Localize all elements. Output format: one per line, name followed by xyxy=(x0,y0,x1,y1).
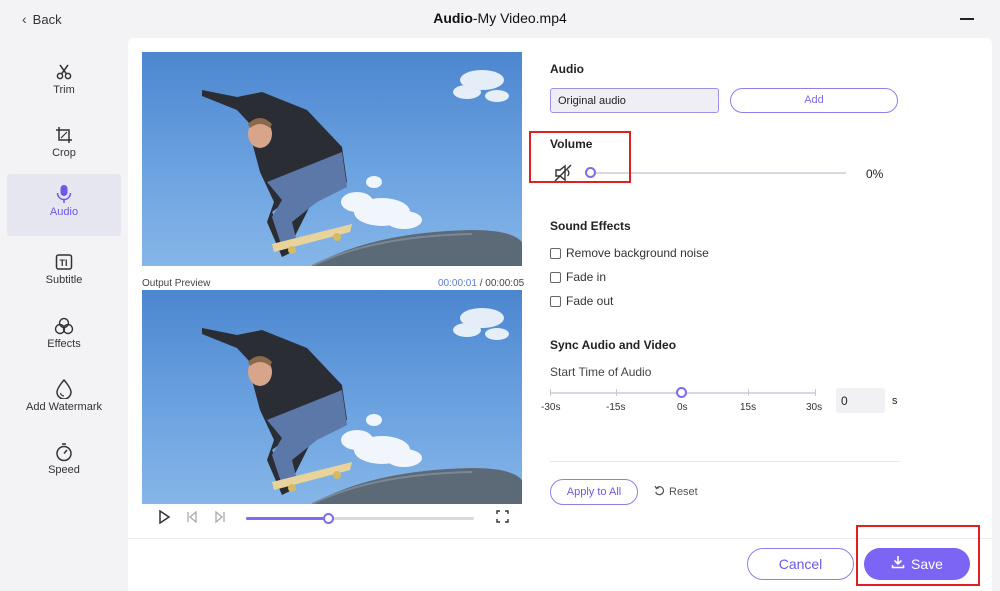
speed-icon xyxy=(7,442,121,462)
minimize-button[interactable] xyxy=(960,18,974,20)
offset-tick xyxy=(616,389,617,396)
fade-in-checkbox[interactable] xyxy=(550,271,561,283)
sidebar-item-label: Audio xyxy=(49,206,79,218)
reset-label: Reset xyxy=(669,486,698,498)
option-label: Fade out xyxy=(566,294,614,308)
window-title: Audio-My Video.mp4 xyxy=(0,10,1000,26)
sidebar-item-label: Add Watermark xyxy=(25,401,102,413)
original-video-frame xyxy=(142,52,522,266)
cancel-button[interactable]: Cancel xyxy=(747,548,854,580)
microphone-icon xyxy=(7,184,121,204)
remove-background-noise-checkbox[interactable] xyxy=(550,247,561,259)
fullscreen-icon[interactable] xyxy=(496,510,509,526)
playback-progress-slider[interactable] xyxy=(246,513,474,524)
sync-section-title: Sync Audio and Video xyxy=(550,338,677,352)
offset-tick-label: -15s xyxy=(606,402,626,413)
playback-progress-thumb[interactable] xyxy=(323,513,335,524)
sidebar-item-audio[interactable]: Audio xyxy=(7,174,121,236)
total-time: 00:00:05 xyxy=(485,278,525,289)
offset-tick-label: -30s xyxy=(541,402,561,413)
volume-highlight-box xyxy=(529,131,631,183)
reset-icon xyxy=(654,485,665,499)
main-panel: Output Preview 00:00:01 / 00:00:05 Audio… xyxy=(128,38,992,591)
save-highlight-box xyxy=(856,525,980,586)
scissors-icon xyxy=(7,62,121,82)
sidebar-item-label: Effects xyxy=(47,338,81,350)
play-icon[interactable] xyxy=(158,509,171,527)
audio-section-title: Audio xyxy=(550,62,584,76)
sidebar-item-trim[interactable]: Trim xyxy=(7,52,121,114)
add-audio-button[interactable]: Add xyxy=(730,88,898,113)
sidebar-item-label: Speed xyxy=(48,464,80,476)
sidebar-item-label: Crop xyxy=(52,147,76,159)
option-label: Fade in xyxy=(566,270,607,284)
start-time-label: Start Time of Audio xyxy=(550,365,652,379)
sidebar-item-add-watermark[interactable]: Add Watermark xyxy=(7,369,121,431)
subtitle-icon: TI xyxy=(7,252,121,272)
watermark-icon xyxy=(7,379,121,399)
title-section: Audio xyxy=(433,10,473,26)
remove-background-noise-option[interactable]: Remove background noise xyxy=(550,246,709,260)
divider xyxy=(550,461,900,462)
output-preview-label: Output Preview xyxy=(142,278,211,289)
audio-offset-thumb[interactable] xyxy=(676,387,687,398)
fade-out-checkbox[interactable] xyxy=(550,295,561,307)
playback-progress-fill xyxy=(246,517,329,520)
offset-tick xyxy=(815,389,816,396)
sidebar-item-speed[interactable]: Speed xyxy=(7,432,121,494)
crop-icon xyxy=(7,125,121,145)
previous-frame-icon[interactable] xyxy=(186,510,198,527)
current-time: 00:00:01 xyxy=(438,278,477,289)
reset-button[interactable]: Reset xyxy=(654,485,698,499)
playback-controls xyxy=(142,506,522,530)
sidebar-item-effects[interactable]: Effects xyxy=(7,306,121,368)
audio-track-select[interactable]: Original audio xyxy=(550,88,719,113)
sidebar-item-crop[interactable]: Crop xyxy=(7,115,121,177)
effects-icon xyxy=(7,316,121,336)
offset-tick xyxy=(748,389,749,396)
sidebar-item-label: Trim xyxy=(53,84,75,96)
fade-in-option[interactable]: Fade in xyxy=(550,270,606,284)
svg-text:TI: TI xyxy=(60,258,68,268)
apply-to-all-button[interactable]: Apply to All xyxy=(550,479,638,505)
offset-tick-label: 30s xyxy=(806,402,823,413)
output-preview-video xyxy=(142,290,522,504)
offset-tick xyxy=(550,389,551,396)
offset-seconds-input[interactable]: 0 xyxy=(836,388,885,413)
playback-time: 00:00:01 / 00:00:05 xyxy=(438,278,524,289)
offset-tick-label: 15s xyxy=(740,402,757,413)
title-bar: ‹ Back Audio-My Video.mp4 xyxy=(0,0,1000,38)
option-label: Remove background noise xyxy=(566,246,709,260)
sidebar-item-subtitle[interactable]: TI Subtitle xyxy=(7,242,121,304)
volume-value: 0% xyxy=(866,167,884,181)
title-filename: -My Video.mp4 xyxy=(472,10,567,26)
next-frame-icon[interactable] xyxy=(214,510,226,527)
sidebar-item-label: Subtitle xyxy=(45,274,83,286)
fade-out-option[interactable]: Fade out xyxy=(550,294,613,308)
offset-unit: s xyxy=(892,395,898,407)
sidebar: Trim Crop Audio TI Subtitle Effects Add … xyxy=(0,38,128,591)
sound-effects-title: Sound Effects xyxy=(550,219,631,233)
offset-tick-label: 0s xyxy=(677,402,688,413)
